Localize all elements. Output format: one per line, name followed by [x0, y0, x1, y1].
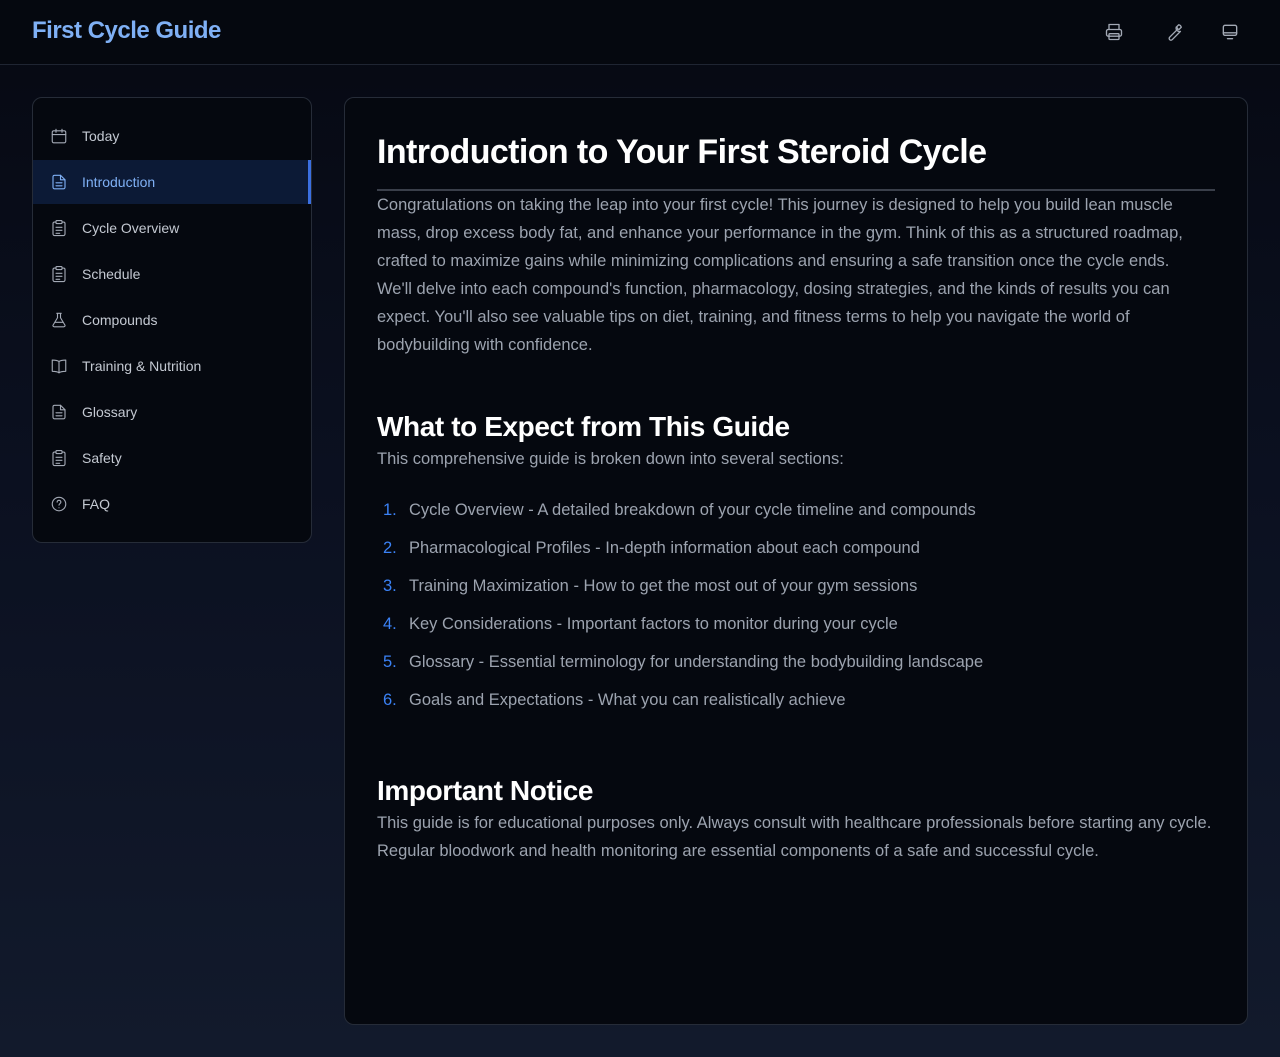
sidebar-item-glossary[interactable]: Glossary: [33, 390, 311, 434]
list-item-text: Training Maximization - How to get the m…: [409, 577, 918, 595]
list-item: 3. Training Maximization - How to get the…: [377, 573, 1215, 611]
monitor-icon[interactable]: [1218, 20, 1242, 44]
app-title[interactable]: First Cycle Guide: [32, 17, 221, 45]
list-item: 5. Glossary - Essential terminology for u…: [377, 649, 1215, 687]
list-number: 1.: [383, 501, 397, 519]
section-heading-expect: What to Expect from This Guide: [377, 411, 790, 442]
sidebar-item-label: Introduction: [82, 174, 156, 190]
sidebar-item-label: FAQ: [82, 496, 111, 512]
sidebar-item-label: Safety: [82, 450, 122, 466]
clipboard-icon: [50, 265, 68, 283]
sidebar-nav: Today Introduction Cycle Overview Schedu…: [32, 97, 312, 543]
list-item-text: Glossary - Essential terminology for und…: [409, 653, 984, 671]
help-circle-icon: [50, 495, 68, 513]
sidebar-item-today[interactable]: Today: [33, 114, 311, 158]
intro-paragraph-1: Congratulations on taking the leap into …: [377, 196, 1183, 270]
list-item-text: Key Considerations - Important factors t…: [409, 615, 898, 633]
list-item-text: Goals and Expectations - What you can re…: [409, 691, 846, 709]
sidebar-item-label: Schedule: [82, 266, 141, 282]
list-item-text: Cycle Overview - A detailed breakdown of…: [409, 501, 976, 519]
printer-icon[interactable]: [1102, 20, 1126, 44]
list-number: 5.: [383, 653, 397, 671]
list-item: 4. Key Considerations - Important factors…: [377, 611, 1215, 649]
main-content: Introduction to Your First Steroid Cycle…: [344, 97, 1248, 1025]
section-heading-notice: Important Notice: [377, 775, 594, 806]
list-item: 1. Cycle Overview - A detailed breakdown …: [377, 497, 1215, 535]
list-number: 6.: [383, 691, 397, 709]
sidebar-item-safety[interactable]: Safety: [33, 436, 311, 480]
flask-icon: [50, 311, 68, 329]
section-lead: This comprehensive guide is broken down …: [377, 450, 844, 468]
sidebar-item-label: Today: [82, 128, 120, 144]
clipboard-icon: [50, 449, 68, 467]
sections-list: 1. Cycle Overview - A detailed breakdown …: [377, 497, 1215, 725]
calendar-icon: [50, 127, 68, 145]
clipboard-icon: [50, 219, 68, 237]
sidebar-item-label: Compounds: [82, 312, 158, 328]
notice-paragraph: This guide is for educational purposes o…: [377, 814, 1212, 860]
page-title: Introduction to Your First Steroid Cycle: [377, 130, 1215, 191]
sidebar-item-label: Training & Nutrition: [82, 358, 202, 374]
sidebar-item-label: Glossary: [82, 404, 138, 420]
sidebar-item-introduction[interactable]: Introduction: [33, 160, 311, 204]
sidebar-item-faq[interactable]: FAQ: [33, 482, 311, 526]
sidebar-item-cycle-overview[interactable]: Cycle Overview: [33, 206, 311, 250]
list-item-text: Pharmacological Profiles - In-depth info…: [409, 539, 920, 557]
sidebar-item-label: Cycle Overview: [82, 220, 180, 236]
sidebar-item-schedule[interactable]: Schedule: [33, 252, 311, 296]
list-item: 6. Goals and Expectations - What you can …: [377, 687, 1215, 725]
list-number: 4.: [383, 615, 397, 633]
document-icon: [50, 403, 68, 421]
list-number: 2.: [383, 539, 397, 557]
intro-paragraph-2: We'll delve into each compound's functio…: [377, 280, 1170, 354]
top-bar: First Cycle Guide: [0, 0, 1280, 65]
list-number: 3.: [383, 577, 397, 595]
wrench-icon[interactable]: [1162, 20, 1186, 44]
book-icon: [50, 357, 68, 375]
sidebar-item-compounds[interactable]: Compounds: [33, 298, 311, 342]
sidebar-item-training-nutrition[interactable]: Training & Nutrition: [33, 344, 311, 388]
document-icon: [50, 173, 68, 191]
list-item: 2. Pharmacological Profiles - In-depth in…: [377, 535, 1215, 573]
